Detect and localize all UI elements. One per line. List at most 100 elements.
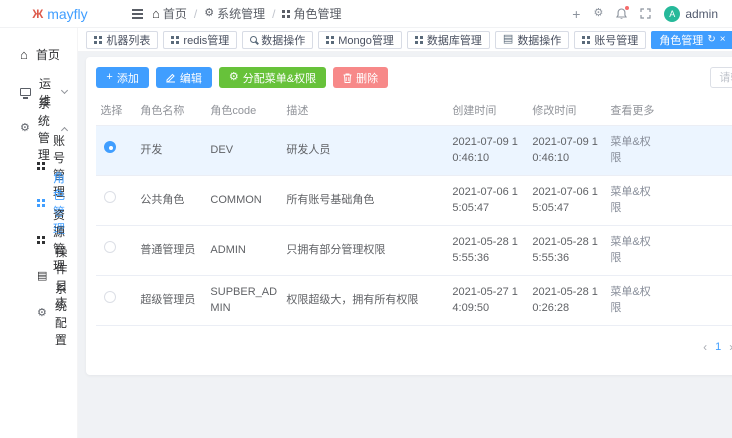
breadcrumb-section-label: 系统管理 bbox=[217, 5, 265, 22]
row-radio[interactable] bbox=[104, 241, 116, 253]
page-number[interactable]: 1 bbox=[715, 341, 721, 353]
breadcrumb: ⌂ 首页 / ⚙ 系统管理 / 角色管理 bbox=[120, 5, 572, 22]
search-icon bbox=[250, 36, 257, 43]
tab-data-ops-doc[interactable]: ▤ 数据操作 bbox=[495, 31, 569, 49]
gear-icon[interactable]: ⚙ bbox=[593, 8, 603, 19]
modified-time: 2021-07-09 10:46:10 bbox=[528, 126, 606, 175]
delete-button[interactable]: 删除 bbox=[333, 67, 388, 88]
tab-roles[interactable]: 角色管理 ↻ × bbox=[651, 31, 732, 49]
logo-icon: Ж bbox=[32, 7, 43, 21]
tab-label: 数据操作 bbox=[517, 32, 561, 48]
table-row[interactable]: 超级管理员 SUPBER_ADMIN 权限超级大，拥有所有权限 2021-05-… bbox=[96, 276, 732, 326]
table-row[interactable]: 普通管理员 ADMIN 只拥有部分管理权限 2021-05-28 15:55:3… bbox=[96, 226, 732, 276]
fullscreen-icon[interactable] bbox=[640, 8, 651, 19]
role-desc: 研发人员 bbox=[282, 134, 448, 167]
breadcrumb-page[interactable]: 角色管理 bbox=[282, 5, 341, 22]
role-desc: 只拥有部分管理权限 bbox=[282, 234, 448, 267]
gear-icon: ⚙ bbox=[20, 123, 30, 134]
roles-card: + 添加 编辑 ⚙ 分配菜单&权限 删除 bbox=[86, 57, 732, 375]
home-icon: ⌂ bbox=[20, 48, 28, 61]
tab-accounts[interactable]: 账号管理 bbox=[574, 31, 646, 49]
content-area: + 添加 编辑 ⚙ 分配菜单&权限 删除 bbox=[78, 52, 732, 438]
logo-text: mayfly bbox=[47, 6, 87, 22]
prev-page-icon[interactable]: ‹ bbox=[703, 340, 707, 354]
breadcrumb-separator: / bbox=[194, 7, 197, 21]
role-code: DEV bbox=[206, 134, 282, 167]
logo[interactable]: Ж mayfly bbox=[0, 6, 120, 22]
role-name-search-input[interactable] bbox=[710, 67, 732, 88]
created-time: 2021-05-27 14:09:50 bbox=[448, 276, 528, 325]
tab-label: 数据操作 bbox=[261, 32, 305, 48]
grid-icon bbox=[282, 10, 290, 18]
breadcrumb-separator: / bbox=[272, 7, 275, 21]
document-icon: ▤ bbox=[503, 34, 513, 45]
trash-icon bbox=[343, 73, 352, 83]
add-button-label: 添加 bbox=[117, 70, 139, 86]
role-name: 超级管理员 bbox=[136, 284, 206, 317]
edit-button-label: 编辑 bbox=[180, 70, 202, 86]
plus-icon: + bbox=[106, 72, 112, 83]
refresh-icon[interactable]: ↻ bbox=[707, 35, 715, 45]
breadcrumb-section[interactable]: ⚙ 系统管理 bbox=[204, 5, 265, 22]
notification-dot bbox=[625, 6, 629, 10]
role-desc: 权限超级大，拥有所有权限 bbox=[282, 284, 448, 317]
tab-label: Mongo管理 bbox=[338, 32, 394, 48]
tab-database[interactable]: 数据库管理 bbox=[407, 31, 490, 49]
gear-icon: ⚙ bbox=[229, 72, 239, 83]
avatar[interactable]: A bbox=[664, 6, 680, 22]
menu-permission-link[interactable]: 菜单&权限 bbox=[606, 226, 664, 275]
tab-redis[interactable]: redis管理 bbox=[163, 31, 237, 49]
menu-icon[interactable] bbox=[130, 7, 145, 21]
roles-table: 选择 角色名称 角色code 描述 创建时间 修改时间 查看更多 开发 DEV … bbox=[96, 98, 732, 326]
role-name: 开发 bbox=[136, 134, 206, 167]
plus-icon[interactable]: + bbox=[572, 7, 580, 21]
grid-icon bbox=[582, 36, 590, 44]
created-time: 2021-07-06 15:05:47 bbox=[448, 176, 528, 225]
sidebar-item-config[interactable]: ⚙ 系统配置 bbox=[0, 295, 77, 332]
tab-data-ops-search[interactable]: 数据操作 bbox=[242, 31, 313, 49]
column-header-name: 角色名称 bbox=[136, 98, 206, 125]
row-radio[interactable] bbox=[104, 291, 116, 303]
search-area bbox=[710, 67, 732, 88]
row-radio[interactable] bbox=[104, 141, 116, 153]
column-header-modified: 修改时间 bbox=[528, 98, 606, 125]
chevron-down-icon bbox=[61, 87, 68, 94]
monitor-icon bbox=[20, 88, 31, 96]
tab-label: 账号管理 bbox=[594, 32, 638, 48]
created-time: 2021-07-09 10:46:10 bbox=[448, 126, 528, 175]
grid-icon bbox=[37, 236, 45, 244]
username: admin bbox=[685, 7, 718, 21]
tab-label: 机器列表 bbox=[106, 32, 150, 48]
menu-permission-link[interactable]: 菜单&权限 bbox=[606, 276, 664, 325]
tab-label: redis管理 bbox=[183, 32, 229, 48]
table-row[interactable]: 公共角色 COMMON 所有账号基础角色 2021-07-06 15:05:47… bbox=[96, 176, 732, 226]
assign-menu-permission-button[interactable]: ⚙ 分配菜单&权限 bbox=[219, 67, 326, 88]
sidebar: ⌂ 首页 运维 ⚙ 系统管理 账号管理 角色管理 资源管理 ▤ 操作日志 bbox=[0, 28, 78, 438]
row-radio[interactable] bbox=[104, 191, 116, 203]
document-icon: ▤ bbox=[37, 271, 47, 282]
tab-machine-list[interactable]: 机器列表 bbox=[86, 31, 158, 49]
column-header-select: 选择 bbox=[96, 98, 136, 125]
tab-mongo[interactable]: Mongo管理 bbox=[318, 31, 402, 49]
sidebar-item-label: 系统管理 bbox=[38, 95, 55, 163]
close-icon[interactable]: × bbox=[720, 35, 726, 45]
add-button[interactable]: + 添加 bbox=[96, 67, 148, 88]
grid-icon bbox=[37, 199, 45, 207]
modified-time: 2021-05-28 10:26:28 bbox=[528, 276, 606, 325]
modified-time: 2021-07-06 15:05:47 bbox=[528, 176, 606, 225]
bell-icon[interactable] bbox=[616, 8, 627, 20]
breadcrumb-home[interactable]: ⌂ 首页 bbox=[152, 5, 187, 22]
column-header-desc: 描述 bbox=[282, 98, 448, 125]
table-header-row: 选择 角色名称 角色code 描述 创建时间 修改时间 查看更多 bbox=[96, 98, 732, 126]
sidebar-item-home[interactable]: ⌂ 首页 bbox=[0, 36, 77, 73]
breadcrumb-page-label: 角色管理 bbox=[293, 5, 341, 22]
column-header-code: 角色code bbox=[206, 98, 282, 125]
breadcrumb-home-label: 首页 bbox=[163, 5, 187, 22]
menu-permission-link[interactable]: 菜单&权限 bbox=[606, 176, 664, 225]
grid-icon bbox=[94, 36, 102, 44]
role-code: COMMON bbox=[206, 184, 282, 217]
sidebar-item-label: 首页 bbox=[36, 46, 68, 63]
table-row[interactable]: 开发 DEV 研发人员 2021-07-09 10:46:10 2021-07-… bbox=[96, 126, 732, 176]
menu-permission-link[interactable]: 菜单&权限 bbox=[606, 126, 664, 175]
edit-button[interactable]: 编辑 bbox=[156, 67, 212, 88]
